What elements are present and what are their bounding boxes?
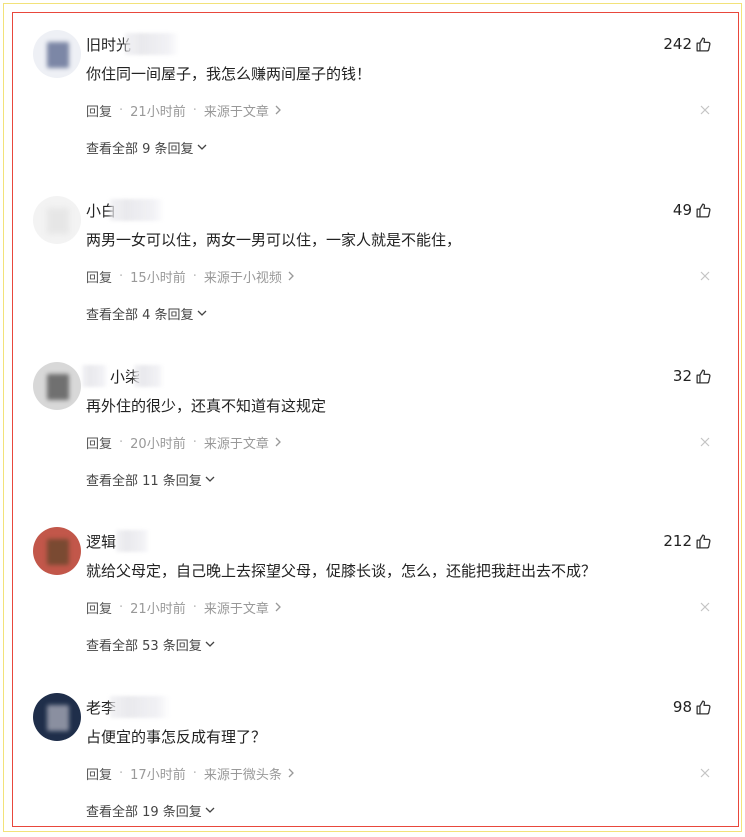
reply-button[interactable]: 回复 [86,101,112,120]
chevron-down-icon [196,308,208,318]
chevron-down-icon [204,474,216,484]
view-replies-label: 查看全部 19 条回复 [86,804,202,820]
view-all-replies-link[interactable]: 查看全部 53 条回复 [86,634,216,654]
comment-time: 21小时前 [130,104,186,120]
source-link[interactable]: 来源于文章 [204,101,269,120]
comment-item: 小白 49 两男一女可以住，两女一男可以住，一家人就是不能住， 回复 · 15小… [0,166,745,326]
name-blur-mask [110,199,165,221]
separator-dot: · [192,268,197,284]
like-button[interactable]: 49 [673,199,712,221]
comment-text: 占便宜的事怎反成有理了？ [86,728,267,746]
reply-button[interactable]: 回复 [86,267,112,286]
like-count: 49 [672,201,692,219]
comment-item: 旧时光 242 你住同一间屋子，我怎么赚两间屋子的钱！ 回复 · 21小时前 ·… [0,0,745,160]
view-replies-label: 查看全部 53 条回复 [86,638,202,654]
comment-meta: 回复 · 15小时前 · 来源于小视频 [86,266,296,286]
view-replies-label: 查看全部 4 条回复 [86,307,194,323]
view-all-replies-link[interactable]: 查看全部 19 条回复 [86,800,216,820]
chevron-down-icon [204,639,216,649]
like-button[interactable]: 98 [673,696,712,718]
comment-item: 小柒 32 再外住的很少，还真不知道有这规定 回复 · 20小时前 · 来源于文… [0,332,745,492]
username-row: 逻辑 [86,530,151,552]
separator-dot: · [119,765,124,781]
separator-dot: · [119,434,124,450]
comment-text: 你住同一间屋子，我怎么赚两间屋子的钱！ [86,65,372,83]
like-button[interactable]: 242 [663,33,712,55]
view-replies-label: 查看全部 9 条回复 [86,141,194,157]
source-link[interactable]: 来源于小视频 [204,267,282,286]
view-all-replies-link[interactable]: 查看全部 11 条回复 [86,469,216,489]
chevron-right-icon [273,601,283,613]
chevron-down-icon [204,805,216,815]
view-all-replies-link[interactable]: 查看全部 4 条回复 [86,303,208,323]
close-icon[interactable] [698,600,712,614]
close-icon[interactable] [698,766,712,780]
username-row: 小白 [86,199,165,221]
chevron-right-icon [273,436,283,448]
like-count: 242 [663,35,692,53]
comment-text: 再外住的很少，还真不知道有这规定 [86,397,327,415]
thumbs-up-icon[interactable] [695,368,712,385]
username-row: 小柒 [82,365,165,387]
thumbs-up-icon[interactable] [695,36,712,53]
comment-time: 21小时前 [130,601,186,617]
reply-button[interactable]: 回复 [86,598,112,617]
avatar[interactable] [33,362,81,410]
view-all-replies-link[interactable]: 查看全部 9 条回复 [86,137,208,157]
name-blur-mask [116,530,151,552]
chevron-right-icon [273,104,283,116]
reply-button[interactable]: 回复 [86,764,112,783]
comment-meta: 回复 · 17小时前 · 来源于微头条 [86,763,296,783]
reply-button[interactable]: 回复 [86,433,112,452]
like-count: 212 [663,532,692,550]
like-count: 32 [672,367,692,385]
comment-text: 两男一女可以住，两女一男可以住，一家人就是不能住， [86,231,462,249]
comment-meta: 回复 · 21小时前 · 来源于文章 [86,100,283,120]
avatar[interactable] [33,693,81,741]
like-button[interactable]: 212 [663,530,712,552]
separator-dot: · [192,102,197,118]
thumbs-up-icon[interactable] [695,699,712,716]
comment-time: 15小时前 [130,270,186,286]
chevron-right-icon [286,270,296,282]
username-row: 旧时光 [86,33,180,55]
source-link[interactable]: 来源于微头条 [204,764,282,783]
like-button[interactable]: 32 [673,365,712,387]
chevron-down-icon [196,142,208,152]
view-replies-label: 查看全部 11 条回复 [86,473,202,489]
source-link[interactable]: 来源于文章 [204,598,269,617]
comment-item: 老李 98 占便宜的事怎反成有理了？ 回复 · 17小时前 · 来源于微头条 查… [0,663,745,823]
comment-time: 17小时前 [130,767,186,783]
like-count: 98 [672,698,692,716]
name-blur-mask [82,365,108,387]
separator-dot: · [192,765,197,781]
name-blur-mask [110,696,171,718]
comment-meta: 回复 · 20小时前 · 来源于文章 [86,432,283,452]
avatar[interactable] [33,527,81,575]
username[interactable]: 逻辑 [86,531,116,552]
name-blur-mask [125,33,180,55]
avatar[interactable] [33,30,81,78]
comment-meta: 回复 · 21小时前 · 来源于文章 [86,597,283,617]
chevron-right-icon [286,767,296,779]
separator-dot: · [192,599,197,615]
separator-dot: · [192,434,197,450]
close-icon[interactable] [698,435,712,449]
separator-dot: · [119,102,124,118]
username-row: 老李 [86,696,171,718]
separator-dot: · [119,268,124,284]
source-link[interactable]: 来源于文章 [204,433,269,452]
comment-item: 逻辑 212 就给父母定，自己晚上去探望父母，促膝长谈，怎么，还能把我赶出去不成… [0,497,745,657]
comment-time: 20小时前 [130,436,186,452]
thumbs-up-icon[interactable] [695,202,712,219]
separator-dot: · [119,599,124,615]
comment-text: 就给父母定，自己晚上去探望父母，促膝长谈，怎么，还能把我赶出去不成？ [86,562,597,580]
close-icon[interactable] [698,103,712,117]
close-icon[interactable] [698,269,712,283]
avatar[interactable] [33,196,81,244]
name-blur-mask [134,365,165,387]
thumbs-up-icon[interactable] [695,533,712,550]
